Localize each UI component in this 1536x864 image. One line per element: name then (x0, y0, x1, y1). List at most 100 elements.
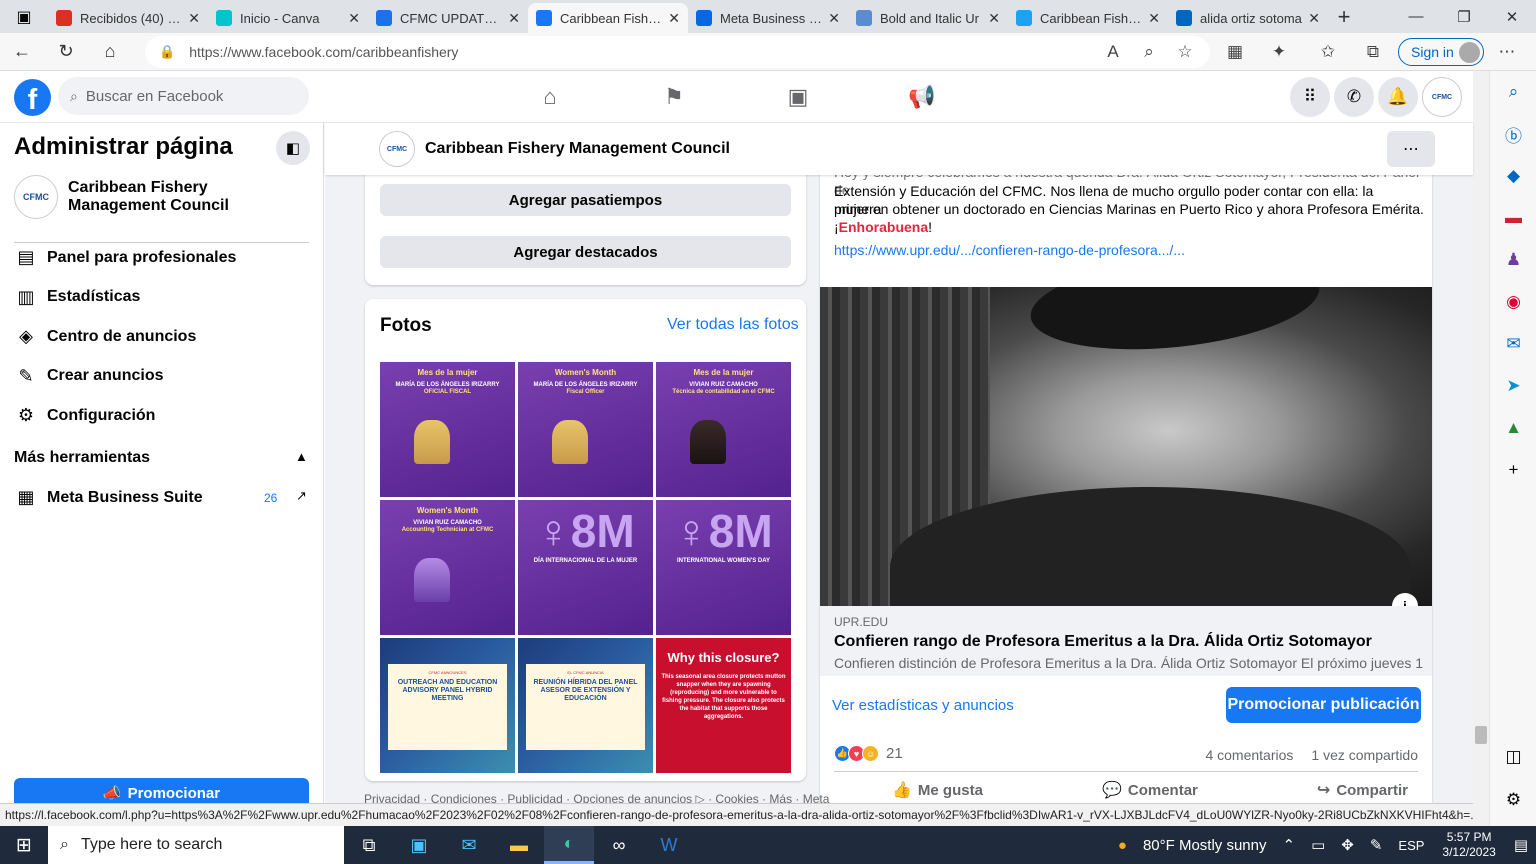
see-all-photos-link[interactable]: Ver todas las fotos (667, 316, 799, 334)
add-icon[interactable]: + (1490, 449, 1536, 491)
comment-button[interactable]: 💬 Comentar (1102, 780, 1198, 800)
sidebar-item-gear[interactable]: ⚙ Configuración (14, 405, 156, 426)
account-avatar[interactable]: CFMC (1422, 77, 1462, 117)
more-options-icon[interactable]: ⋯ (1387, 131, 1435, 167)
lock-icon[interactable]: 🔒 (159, 44, 175, 60)
sidebar-item-chart[interactable]: ▥ Estadísticas (14, 287, 140, 308)
view-stats-link[interactable]: Ver estadísticas y anuncios (832, 697, 1014, 714)
link-preview[interactable]: UPR.EDU Confieren rango de Profesora Eme… (820, 606, 1432, 676)
chevron-up-icon[interactable]: ▲ (295, 449, 308, 464)
photo-thumbnail[interactable]: Mes de la mujer VIVIAN RUIZ CAMACHO Técn… (656, 362, 791, 497)
read-aloud-icon[interactable]: A (1098, 37, 1128, 67)
collections-icon[interactable]: ⧉ (1358, 37, 1388, 67)
browser-tab[interactable]: Inicio - Canva ✕ (208, 3, 368, 33)
url-input[interactable]: 🔒 https://www.facebook.com/caribbeanfish… (145, 36, 1210, 68)
page-identity[interactable]: CFMC Caribbean Fishery Management Counci… (14, 175, 308, 219)
facebook-search-input[interactable]: ⌕ Buscar en Facebook (58, 77, 309, 115)
back-icon[interactable]: ← (0, 33, 44, 71)
zoom-icon[interactable]: ⌕ (1134, 37, 1164, 67)
word-icon[interactable]: W (644, 826, 694, 864)
browser-tab[interactable]: Bold and Italic Ur ✕ (848, 3, 1008, 33)
browser-tab[interactable]: CFMC UPDATES F ✕ (368, 3, 528, 33)
maximize-icon[interactable]: ❐ (1440, 0, 1488, 33)
post-link[interactable]: https://www.upr.edu/.../confieren-rango-… (834, 242, 1185, 258)
nav-megaphone-icon[interactable]: 📢 (892, 77, 952, 117)
taskbar-search-input[interactable]: ⌕ Type here to search (48, 826, 344, 864)
sidebar-item-dashboard[interactable]: ▤ Panel para profesionales (14, 247, 236, 268)
photo-thumbnail[interactable]: EL CFMC ANUNCIA REUNIÓN HÍBRIDA DEL PANE… (518, 638, 653, 773)
promote-post-button[interactable]: Promocionar publicación (1226, 687, 1421, 723)
close-tab-icon[interactable]: ✕ (828, 10, 840, 27)
language-indicator[interactable]: ESP (1398, 838, 1424, 853)
store-icon[interactable]: ▣ (394, 826, 444, 864)
minimize-icon[interactable]: — (1392, 0, 1440, 33)
bing-icon[interactable]: ⓑ (1490, 113, 1536, 155)
network-icon[interactable]: ▭ (1311, 836, 1325, 854)
reactions[interactable]: 👍 ♥ ☺ 21 (834, 745, 903, 762)
send-icon[interactable]: ➤ (1490, 365, 1536, 407)
photo-thumbnail[interactable]: ♀8M INTERNATIONAL WOMEN'S DAY (656, 500, 791, 635)
office-icon[interactable]: ◉ (1490, 281, 1536, 323)
browser-tab[interactable]: alida ortiz sotoma ✕ (1168, 3, 1328, 33)
close-tab-icon[interactable]: ✕ (508, 10, 520, 27)
page-scrollbar[interactable] (1473, 71, 1489, 826)
sidebar-settings-icon[interactable]: ⚙ (1490, 779, 1536, 821)
browser-tab[interactable]: Caribbean Fishery ✕ (528, 3, 688, 33)
photo-thumbnail[interactable]: CFMC ANNOUNCES OUTREACH AND EDUCATION AD… (380, 638, 515, 773)
edge-browser-icon[interactable]: ◐ (544, 826, 594, 864)
games-icon[interactable]: ♟ (1490, 239, 1536, 281)
search-icon[interactable]: ⌕ (1490, 71, 1536, 113)
toggle-sidebar-icon[interactable]: ◧ (276, 131, 310, 165)
messenger-icon[interactable]: ✆ (1334, 77, 1374, 117)
home-icon[interactable]: ⌂ (88, 33, 132, 71)
sidebar-item-ads[interactable]: ◈ Centro de anuncios (14, 326, 196, 347)
tree-icon[interactable]: ▲ (1490, 407, 1536, 449)
comments-count[interactable]: 4 comentarios (1205, 747, 1293, 763)
add-featured-button[interactable]: Agregar destacados (380, 236, 791, 268)
page-logo[interactable]: CFMC (379, 131, 415, 167)
extensions-icon[interactable]: ✦ (1264, 37, 1294, 67)
mail-icon[interactable]: ✉ (444, 826, 494, 864)
pen-icon[interactable]: ✎ (1370, 836, 1383, 854)
sidebar-item-edit[interactable]: ✎ Crear anuncios (14, 366, 163, 387)
photo-thumbnail[interactable]: Mes de la mujer MARÍA DE LOS ÁNGELES IRI… (380, 362, 515, 497)
photo-thumbnail[interactable]: Why this closure? This seasonal area clo… (656, 638, 791, 773)
tools-icon[interactable]: ▬ (1490, 197, 1536, 239)
nav-gallery-icon[interactable]: ▣ (768, 77, 828, 117)
shopping-icon[interactable]: ◆ (1490, 155, 1536, 197)
windows-start-icon[interactable]: ⊞ (0, 826, 48, 864)
share-button[interactable]: ↪ Compartir (1317, 780, 1408, 800)
sidebar-split-icon[interactable]: ◫ (1490, 736, 1536, 778)
scrollbar-thumb[interactable] (1475, 726, 1487, 744)
notifications-icon[interactable]: 🔔 (1378, 77, 1418, 117)
new-tab-button[interactable]: + (1328, 4, 1360, 30)
notification-center-icon[interactable]: ▤ (1514, 836, 1528, 854)
close-tab-icon[interactable]: ✕ (1148, 10, 1160, 27)
favorite-add-icon[interactable]: ☆ (1170, 37, 1200, 67)
office-extension-icon[interactable]: ▦ (1220, 37, 1250, 67)
hashtag-word[interactable]: Enhorabuena (839, 219, 928, 235)
workspaces-icon[interactable]: ▣ (0, 0, 48, 33)
file-explorer-icon[interactable]: ▬ (494, 826, 544, 864)
browser-tab[interactable]: Caribbean Fishery ✕ (1008, 3, 1168, 33)
photo-thumbnail[interactable]: Women's Month VIVIAN RUIZ CAMACHO Accoun… (380, 500, 515, 635)
photo-thumbnail[interactable]: ♀8M DÍA INTERNACIONAL DE LA MUJER (518, 500, 653, 635)
page-header-name[interactable]: Caribbean Fishery Management Council (425, 140, 730, 158)
browser-tab[interactable]: Meta Business Su ✕ (688, 3, 848, 33)
post-photo[interactable]: i (820, 287, 1432, 606)
task-view-icon[interactable]: ⧉ (344, 826, 394, 864)
close-tab-icon[interactable]: ✕ (668, 10, 680, 27)
tray-overflow-icon[interactable]: ⌃ (1282, 836, 1295, 854)
like-button[interactable]: 👍 Me gusta (892, 780, 983, 800)
sidebar-item-meta-business-suite[interactable]: ▦ Meta Business Suite (14, 487, 202, 508)
menu-grid-icon[interactable]: ⠿ (1290, 77, 1330, 117)
close-tab-icon[interactable]: ✕ (188, 10, 200, 27)
close-tab-icon[interactable]: ✕ (348, 10, 360, 27)
browser-tab[interactable]: Recibidos (40) - cr ✕ (48, 3, 208, 33)
close-window-icon[interactable]: ✕ (1488, 0, 1536, 33)
outlook-icon[interactable]: ✉ (1490, 323, 1536, 365)
dropbox-icon[interactable]: ✥ (1341, 836, 1354, 854)
more-tools-heading[interactable]: Más herramientas (14, 449, 150, 467)
sign-in-button[interactable]: Sign in (1398, 38, 1484, 66)
shares-count[interactable]: 1 vez compartido (1311, 747, 1418, 763)
